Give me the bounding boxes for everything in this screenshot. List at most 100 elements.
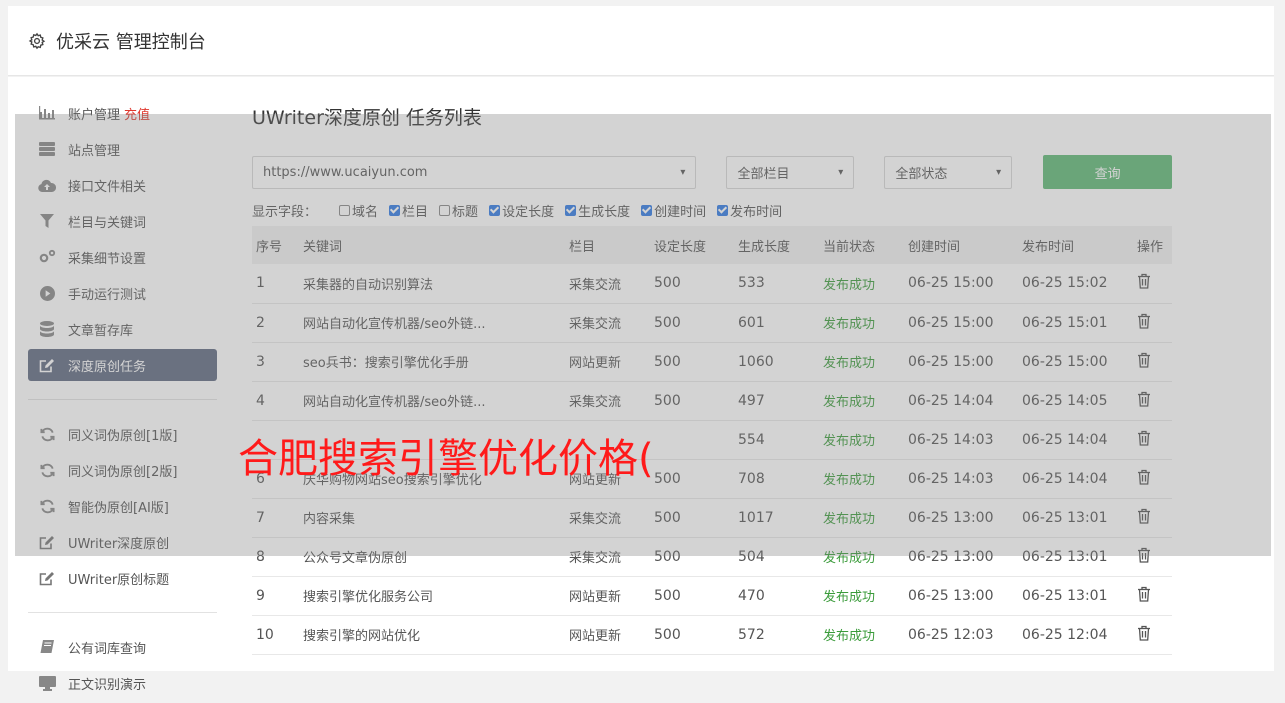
action-cell [1133,264,1172,303]
table-row: 9 搜索引擎优化服务公司 网站更新 500 470 发布成功 06-25 13:00 06-2… [252,576,1172,615]
query-button[interactable]: 查询 [1043,155,1172,189]
field-checkbox-1[interactable]: 栏目 [389,201,428,220]
field-checkbox-6[interactable]: 发布时间 [717,201,782,220]
column-header: 创建时间 [908,239,961,255]
field-checkbox-label: 栏目 [402,204,429,220]
table-header: 序号 关键词 栏目 设定长度 生成长度 当前状态 创建时间 发布时间 操作 [252,226,1172,264]
sidebar-item-label: 深度原创任务 [68,359,147,375]
checkbox-checked-icon[interactable] [717,204,729,216]
table-cell: 708 [738,470,765,487]
sidebar-item-1-4[interactable]: UWriter原创标题 [28,562,217,594]
table-cell: 采集交流 [569,512,622,527]
table-cell: 发布成功 [823,629,876,644]
edit-icon [38,569,56,587]
sidebar-item-0-6[interactable]: 文章暂存库 [28,313,217,345]
category-select[interactable]: 全部栏目 ▾ [726,155,855,189]
table-cell: 500 [654,626,681,643]
table-cell: 3 [256,353,265,370]
book-icon [38,638,56,656]
main-panel: 账户管理 充值 站点管理 接口文件相关 栏目与关键词 采集细节设置 手动运行测试 文章暂存库深… [8,77,1274,693]
table-cell: 网站自动化宣传机器/seo外链... [303,395,486,410]
table-cell: 发布成功 [823,395,876,410]
table-cell: 采集器的自动识别算法 [303,277,434,293]
sidebar-item-label: 同义词伪原创[2版] [68,464,178,480]
recharge-link[interactable]: 充值 [124,104,150,123]
field-checkbox-5[interactable]: 创建时间 [641,201,706,220]
field-checkbox-2[interactable]: 标题 [439,201,478,220]
trash-icon[interactable] [1137,508,1151,528]
table-cell: 发布成功 [823,473,876,488]
gear-icon [28,32,46,49]
table-cell: 500 [654,392,681,409]
refresh-icon [38,461,56,479]
sidebar-item-2-1[interactable]: 正文识别演示 [28,667,217,699]
table-row: 8 公众号文章伪原创 采集交流 500 504 发布成功 06-25 13:00 06-25 … [252,537,1172,576]
play-circle-icon [38,284,56,302]
field-checkbox-3[interactable]: 设定长度 [489,201,554,220]
column-header: 栏目 [569,239,596,255]
field-checkbox-0[interactable]: 域名 [339,201,378,220]
status-select[interactable]: 全部状态 ▾ [884,155,1013,189]
table-cell: 1060 [738,353,774,370]
checkbox-checked-icon[interactable] [641,204,653,216]
checkbox-unchecked-icon[interactable] [339,204,351,216]
table-cell: 10 [256,626,274,643]
trash-icon[interactable] [1137,391,1151,411]
trash-icon[interactable] [1137,313,1151,333]
sidebar-item-1-3[interactable]: UWriter深度原创 [28,526,217,558]
site-select[interactable]: https://www.ucaiyun.com ▾ [252,155,697,189]
action-cell [1133,537,1172,576]
table-cell: 497 [738,392,765,409]
sidebar-item-0-5[interactable]: 手动运行测试 [28,277,217,309]
checkbox-unchecked-icon[interactable] [439,204,451,216]
table-row: 2 网站自动化宣传机器/seo外链... 采集交流 500 601 发布成功 06-25 1… [252,303,1172,342]
sidebar-item-2-0[interactable]: 公有词库查询 [28,631,217,663]
field-checkbox-4[interactable]: 生成长度 [565,201,630,220]
page-title: UWriter深度原创 任务列表 [252,107,482,129]
action-cell [1133,576,1172,615]
trash-icon[interactable] [1137,625,1151,645]
bar-chart-icon [38,104,56,122]
chevron-down-icon: ▾ [996,166,1002,178]
sidebar-item-1-0[interactable]: 同义词伪原创[1版] [28,418,217,450]
table-cell: 网站自动化宣传机器/seo外链... [303,317,486,332]
sidebar-item-label: 账户管理 [68,107,121,123]
sidebar-item-0-1[interactable]: 站点管理 [28,133,217,165]
app-header: 优采云 管理控制台 [8,6,1274,76]
table-cell: 06-25 12:04 [1022,626,1108,643]
sidebar-item-0-0[interactable]: 账户管理 充值 [28,97,217,129]
table-cell: 06-25 15:01 [1022,314,1108,331]
sidebar-item-1-1[interactable]: 同义词伪原创[2版] [28,454,217,486]
sidebar-item-1-2[interactable]: 智能伪原创[AI版] [28,490,217,522]
table-cell: 发布成功 [823,277,876,293]
trash-icon[interactable] [1137,352,1151,372]
filter-icon [38,212,56,230]
sidebar-item-0-7[interactable]: 深度原创任务 [28,349,217,381]
table-cell: 06-25 12:03 [908,626,994,643]
trash-icon[interactable] [1137,430,1151,450]
checkbox-checked-icon[interactable] [489,204,501,216]
sidebar-item-0-4[interactable]: 采集细节设置 [28,241,217,273]
table-cell: 2 [256,314,265,331]
trash-icon[interactable] [1137,586,1151,606]
sidebar-item-0-2[interactable]: 接口文件相关 [28,169,217,201]
checkbox-checked-icon[interactable] [565,204,577,216]
checkbox-checked-icon[interactable] [389,204,401,216]
table-cell: 采集交流 [569,317,622,332]
sidebar-item-0-3[interactable]: 栏目与关键词 [28,205,217,237]
column-header: 操作 [1137,239,1164,255]
table-cell: 06-25 13:00 [908,587,994,604]
table-cell: 06-25 15:02 [1022,275,1108,292]
database-icon [38,320,56,338]
sidebar-item-label: 手动运行测试 [68,287,147,303]
sidebar-item-label: UWriter深度原创 [68,536,170,552]
table-cell: 06-25 14:03 [908,470,994,487]
trash-icon[interactable] [1137,469,1151,489]
table-cell: 9 [256,587,265,604]
table-cell: 06-25 14:05 [1022,392,1108,409]
table-cell: 网站更新 [569,629,622,644]
table-cell: 500 [654,275,681,292]
trash-icon[interactable] [1137,547,1151,567]
trash-icon[interactable] [1137,274,1151,293]
chevron-down-icon: ▾ [680,166,686,178]
